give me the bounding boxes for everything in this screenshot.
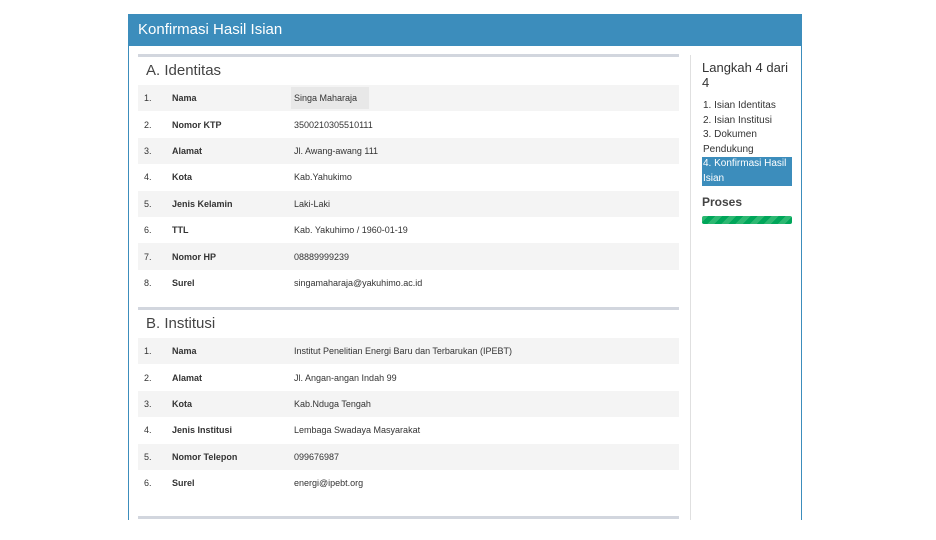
- step-item-identitas[interactable]: 1. Isian Identitas: [702, 99, 792, 114]
- steps-sidebar: Langkah 4 dari 4 1. Isian Identitas 2. I…: [690, 55, 792, 520]
- row-label: Nomor KTP: [172, 119, 222, 130]
- page-title: Konfirmasi Hasil Isian: [138, 21, 283, 38]
- row-number: 6.: [144, 225, 152, 236]
- row-label: Alamat: [172, 372, 203, 383]
- row-number: 3.: [138, 137, 172, 165]
- row-label: Kota: [172, 390, 294, 418]
- table-row: 8. Surel singamaharaja@yakuhimo.ac.id: [138, 270, 679, 296]
- panel-header: Konfirmasi Hasil Isian: [129, 14, 801, 46]
- row-number: 8.: [144, 277, 152, 288]
- row-number: 7.: [138, 243, 172, 270]
- identitas-title: A. Identitas: [146, 62, 222, 79]
- row-label: Kota: [172, 172, 192, 183]
- row-number: 4.: [144, 172, 152, 183]
- table-row: 2. Alamat Jl. Angan-angan Indah 99: [138, 364, 679, 390]
- row-number: 5.: [138, 190, 172, 217]
- step-item-dokumen[interactable]: 3. Dokumen Pendukung: [702, 128, 792, 157]
- row-label: Nama: [172, 85, 294, 112]
- row-value: Institut Penelitian Energi Baru dan Terb…: [294, 338, 679, 365]
- row-label: Nomor Telepon: [172, 443, 294, 470]
- table-row: 4. Kota Kab.Yahukimo: [138, 164, 679, 190]
- row-number: 2.: [144, 119, 152, 130]
- institusi-table: 1. Nama Institut Penelitian Energi Baru …: [138, 338, 679, 496]
- row-value: Kab.Yahukimo: [294, 172, 352, 183]
- step-item-institusi[interactable]: 2. Isian Institusi: [702, 114, 792, 129]
- row-value: Lembaga Swadaya Masyarakat: [294, 425, 421, 436]
- table-row: 1. Nama Singa Maharaja: [138, 85, 679, 112]
- row-value: Laki-Laki: [294, 190, 679, 217]
- table-row: 6. Surel energi@ipebt.org: [138, 470, 679, 496]
- row-value: 099676987: [294, 443, 679, 470]
- institusi-section: B. Institusi 1. Nama Institut Penelitian…: [138, 307, 679, 497]
- row-label: TTL: [172, 225, 189, 236]
- row-value: Jl. Angan-angan Indah 99: [294, 372, 397, 383]
- row-number: 6.: [144, 478, 152, 489]
- progress-bar: [702, 216, 792, 224]
- row-label: Jenis Kelamin: [172, 190, 294, 217]
- table-row: 6. TTL Kab. Yakuhimo / 1960-01-19: [138, 217, 679, 243]
- table-row: 2. Nomor KTP 3500210305510111: [138, 111, 679, 137]
- row-label: Nomor HP: [172, 243, 294, 270]
- proses-label: Proses: [702, 195, 743, 209]
- step-title: Langkah 4 dari 4: [702, 60, 789, 90]
- row-value: Kab. Yakuhimo / 1960-01-19: [294, 225, 408, 236]
- row-number: 1.: [138, 338, 172, 365]
- step-item-konfirmasi[interactable]: 4. Konfirmasi Hasil Isian: [702, 157, 792, 186]
- row-number: 2.: [144, 372, 152, 383]
- table-row: 1. Nama Institut Penelitian Energi Baru …: [138, 338, 679, 365]
- row-value: Singa Maharaja: [291, 87, 370, 110]
- row-value: Kab.Nduga Tengah: [294, 390, 679, 418]
- row-label: Nama: [172, 338, 294, 365]
- next-section-edge: [138, 516, 679, 523]
- row-label: Jenis Institusi: [172, 425, 233, 436]
- row-value: Jl. Awang-awang 111: [294, 137, 679, 165]
- table-row: 5. Jenis Kelamin Laki-Laki: [138, 190, 679, 217]
- confirmation-panel: Konfirmasi Hasil Isian A. Identitas 1. N…: [128, 14, 802, 523]
- table-row: 7. Nomor HP 08889999239: [138, 243, 679, 270]
- table-row: 5. Nomor Telepon 099676987: [138, 443, 679, 470]
- institusi-title: B. Institusi: [146, 315, 216, 332]
- table-row: 3. Kota Kab.Nduga Tengah: [138, 390, 679, 418]
- row-value: 08889999239: [294, 243, 679, 270]
- row-label: Alamat: [172, 137, 294, 165]
- row-number: 5.: [138, 443, 172, 470]
- row-value: 3500210305510111: [294, 119, 373, 130]
- steps-list: 1. Isian Identitas 2. Isian Institusi 3.…: [702, 99, 792, 186]
- row-label: Surel: [172, 478, 195, 489]
- row-number: 3.: [138, 390, 172, 418]
- row-label: Surel: [172, 277, 195, 288]
- row-number: 4.: [144, 425, 152, 436]
- table-row: 4. Jenis Institusi Lembaga Swadaya Masya…: [138, 417, 679, 443]
- row-number: 1.: [138, 85, 172, 112]
- table-row: 3. Alamat Jl. Awang-awang 111: [138, 137, 679, 165]
- row-value: singamaharaja@yakuhimo.ac.id: [294, 277, 423, 288]
- row-value-cell: Singa Maharaja: [291, 85, 679, 112]
- identitas-section: A. Identitas 1. Nama Singa Maharaja 2. N…: [138, 54, 679, 297]
- row-value: energi@ipebt.org: [294, 478, 364, 489]
- identitas-table: 1. Nama Singa Maharaja 2. Nomor KTP 3500…: [138, 85, 679, 296]
